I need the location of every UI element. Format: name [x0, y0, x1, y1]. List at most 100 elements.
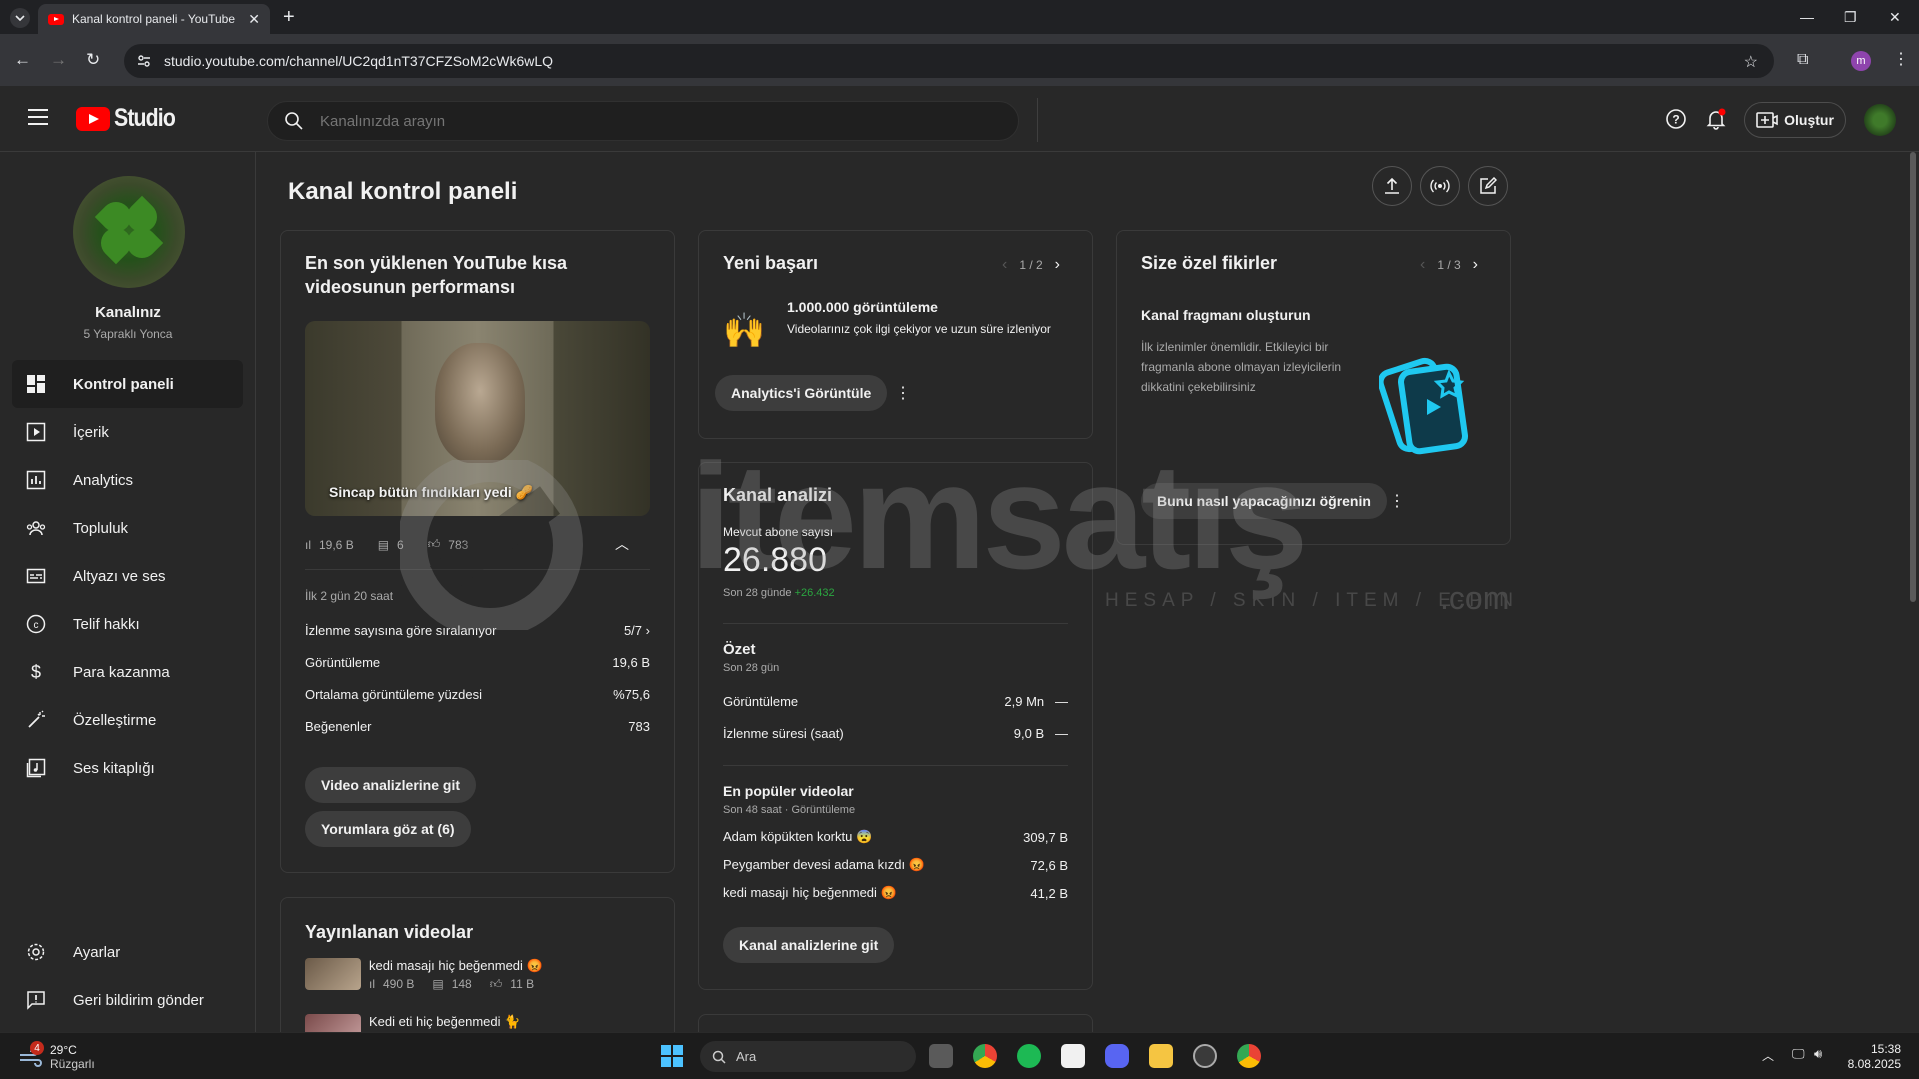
more-options-icon[interactable]: ⋮: [895, 383, 911, 403]
chevron-right-icon[interactable]: ›: [1055, 256, 1060, 274]
notifications-bell-icon[interactable]: [1705, 108, 1727, 130]
video-analytics-button[interactable]: Video analizlerine git: [305, 767, 477, 803]
create-post-button[interactable]: [1468, 166, 1508, 206]
create-label: Oluştur: [1784, 112, 1834, 128]
chevron-left-icon[interactable]: ‹: [1002, 256, 1007, 274]
chrome-profile-icon[interactable]: [1237, 1044, 1261, 1068]
top-video-row[interactable]: kedi masajı hiç beğenmedi 😡 41,2 B: [723, 879, 1068, 907]
sidebar-item-copyright[interactable]: c Telif hakkı: [12, 600, 243, 648]
like-icon: 👍︎: [489, 977, 503, 991]
channel-analytics-button[interactable]: Kanal analizlerine git: [723, 927, 895, 963]
clock-time: 15:38: [1870, 1042, 1901, 1056]
channel-search[interactable]: [267, 101, 1019, 141]
more-options-icon[interactable]: ⋮: [1389, 491, 1405, 511]
tab-search-button[interactable]: [10, 8, 30, 28]
video-list-item[interactable]: kedi masajı hiç beğenmedi 😡 ıl 490 B ▤ 148…: [305, 958, 543, 992]
profile-avatar[interactable]: m: [1851, 51, 1871, 71]
sidebar-item-community[interactable]: Topluluk: [12, 504, 243, 552]
bookmark-star-icon[interactable]: ☆: [1744, 52, 1758, 72]
sidebar: Kanalınız 5 Yapraklı Yonca Kontrol panel…: [0, 152, 256, 1032]
collapse-chevron-icon[interactable]: ︿: [615, 534, 629, 554]
summary-row: Görüntüleme 2,9 Mn —: [723, 685, 1068, 717]
obs-icon[interactable]: [1193, 1044, 1217, 1068]
back-icon[interactable]: ←: [14, 50, 31, 70]
create-video-icon: [1756, 112, 1778, 128]
file-explorer-icon[interactable]: [1149, 1044, 1173, 1068]
dashboard-icon: [25, 373, 47, 395]
live-icon: [1430, 179, 1450, 193]
channel-avatar[interactable]: [73, 176, 185, 288]
idea-headline: Kanal fragmanı oluşturun: [1141, 307, 1311, 323]
go-live-button[interactable]: [1420, 166, 1460, 206]
chrome-icon[interactable]: [973, 1044, 997, 1068]
browser-tab[interactable]: Kanal kontrol paneli - YouTube ✕: [38, 4, 270, 34]
omnibox[interactable]: studio.youtube.com/channel/UC2qd1nT37CFZ…: [124, 44, 1774, 78]
search-input[interactable]: [320, 112, 920, 130]
capcut-icon[interactable]: [1061, 1044, 1085, 1068]
site-info-icon[interactable]: [136, 53, 152, 69]
help-icon[interactable]: ?: [1665, 108, 1687, 130]
minimize-icon[interactable]: —: [1800, 9, 1814, 25]
upload-button[interactable]: [1372, 166, 1412, 206]
discord-icon[interactable]: [1105, 1044, 1129, 1068]
short-video-title: Sincap bütün fındıkları yedi 🥜: [329, 484, 534, 500]
task-view-icon[interactable]: [929, 1044, 953, 1068]
top-video-row[interactable]: Adam köpükten korktu 😨 309,7 B: [723, 823, 1068, 851]
system-clock[interactable]: 15:38 8.08.2025: [1848, 1042, 1901, 1072]
latest-short-card: En son yüklenen YouTube kısa videosunun …: [280, 230, 675, 873]
sidebar-item-dashboard[interactable]: Kontrol paneli: [12, 360, 243, 408]
sidebar-item-analytics[interactable]: Analytics: [12, 456, 243, 504]
forward-icon[interactable]: →: [50, 50, 67, 70]
extensions-icon[interactable]: ⧉: [1797, 51, 1808, 69]
account-avatar[interactable]: [1864, 104, 1896, 136]
close-window-icon[interactable]: ✕: [1889, 9, 1901, 26]
reload-icon[interactable]: ↻: [86, 50, 100, 70]
row-value: 309,7 B: [1023, 829, 1068, 845]
svg-text:$: $: [31, 662, 41, 682]
network-icon[interactable]: 🖵︎: [1792, 1046, 1805, 1062]
view-comments-button[interactable]: Yorumlara göz at (6): [305, 811, 471, 847]
page-scrollbar[interactable]: [1910, 152, 1916, 602]
sidebar-item-monetization[interactable]: $ Para kazanma: [12, 648, 243, 696]
hamburger-menu-icon[interactable]: [28, 109, 48, 125]
sidebar-item-settings[interactable]: Ayarlar: [12, 928, 243, 976]
achievement-body: 1.000.000 görüntüleme Videolarınız çok i…: [787, 299, 1067, 339]
chevron-right-icon[interactable]: ›: [1473, 256, 1478, 274]
sidebar-item-label: Telif hakkı: [73, 615, 140, 633]
sidebar-item-audio-library[interactable]: Ses kitaplığı: [12, 744, 243, 792]
new-tab-button[interactable]: +: [283, 6, 295, 29]
sidebar-item-customization[interactable]: Özelleştirme: [12, 696, 243, 744]
windows-start-icon[interactable]: [660, 1044, 684, 1068]
idea-desc: İlk izlenimler önemlidir. Etkileyici bir…: [1141, 340, 1342, 394]
gear-icon: [25, 941, 47, 963]
volume-icon[interactable]: 🔊︎: [1814, 1046, 1822, 1062]
sidebar-item-subtitles[interactable]: Altyazı ve ses: [12, 552, 243, 600]
create-button[interactable]: Oluştur: [1744, 102, 1846, 138]
taskbar-search[interactable]: Ara: [700, 1041, 916, 1072]
svg-text:c: c: [34, 620, 39, 631]
studio-logo[interactable]: Studio: [76, 104, 186, 133]
learn-how-button[interactable]: Bunu nasıl yapacağınızı öğrenin: [1141, 483, 1387, 519]
short-thumbnail[interactable]: Sincap bütün fındıkları yedi 🥜: [305, 321, 650, 516]
top-video-row[interactable]: Peygamber devesi adama kızdı 😡 72,6 B: [723, 851, 1068, 879]
browser-menu-icon[interactable]: ⋮: [1893, 49, 1909, 69]
sidebar-item-label: Ses kitaplığı: [73, 759, 155, 777]
ranking-row[interactable]: İzlenme sayısına göre sıralanıyor 5/7 ›: [305, 614, 650, 646]
tray-chevron-icon[interactable]: ︿: [1762, 1047, 1774, 1064]
chevron-left-icon[interactable]: ‹: [1420, 256, 1425, 274]
video-list-item[interactable]: Kedi eti hiç beğenmedi 🐈: [305, 1014, 520, 1032]
sidebar-item-label: Özelleştirme: [73, 711, 157, 729]
view-analytics-button[interactable]: Analytics'i Görüntüle: [715, 375, 888, 411]
card-title: Kanal analizi: [723, 485, 833, 505]
weather-widget[interactable]: 4 29°C Rüzgarlı: [18, 1041, 95, 1071]
subs-change: Son 28 günde +26.432: [723, 587, 835, 599]
feedback-icon: [25, 989, 47, 1011]
spotify-icon[interactable]: [1017, 1044, 1041, 1068]
sidebar-item-content[interactable]: İçerik: [12, 408, 243, 456]
windows-taskbar: 4 29°C Rüzgarlı Ara ︿ 🖵︎ 🔊︎ 15:38 8.08.2…: [0, 1032, 1919, 1079]
sidebar-item-feedback[interactable]: Geri bildirim gönder: [12, 976, 243, 1024]
close-tab-icon[interactable]: ✕: [248, 11, 260, 28]
restore-icon[interactable]: ❐: [1844, 9, 1857, 26]
audio-library-icon: [25, 757, 47, 779]
studio-header: Studio ? Oluştur: [0, 86, 1919, 152]
